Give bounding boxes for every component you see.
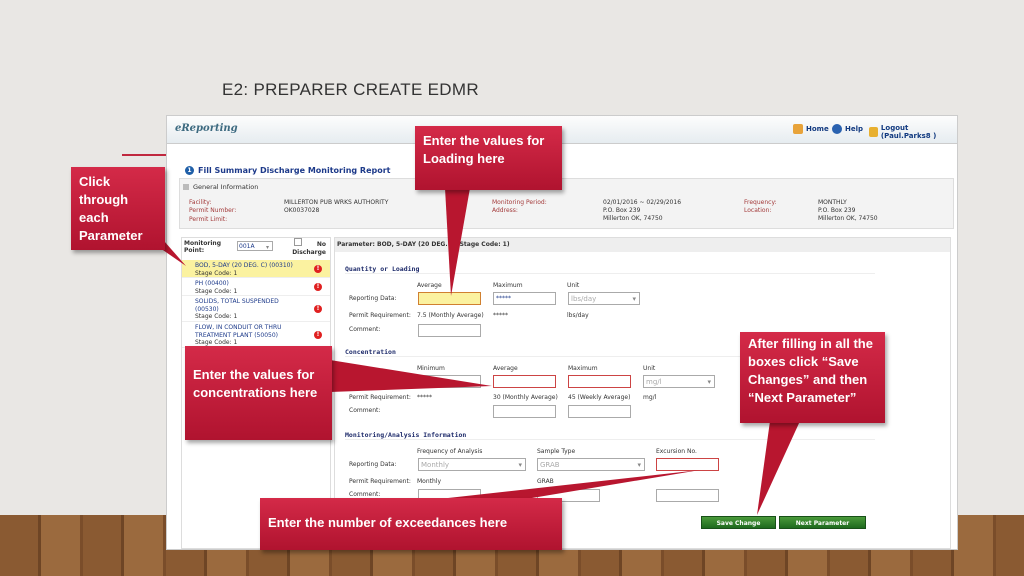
parameter-item[interactable]: PH (00400) Stage Code: 1! (182, 278, 330, 296)
excursion-number-input[interactable] (656, 458, 719, 471)
logout-link[interactable]: Logout (Paul.Parks8 ) (869, 124, 957, 140)
frequency-select[interactable]: Monthly (418, 458, 526, 471)
parameter-header: Parameter: BOD, 5-DAY (20 DEG. C)(Stage … (335, 238, 950, 252)
logout-icon (869, 127, 878, 137)
sample-type-select[interactable]: GRAB (537, 458, 645, 471)
parameter-item[interactable]: BOD, 5-DAY (20 DEG. C) (00310) Stage Code… (182, 260, 330, 278)
section-monitoring: Monitoring/Analysis Information (345, 431, 875, 440)
loading-maximum-input[interactable]: ***** (493, 292, 556, 305)
error-icon: ! (314, 331, 322, 339)
collapse-icon[interactable] (183, 184, 189, 190)
general-information: General Information Facility: Permit Num… (179, 178, 954, 229)
loading-average-input[interactable] (418, 292, 481, 305)
slide-title: E2: PREPARER CREATE EDMR (222, 80, 479, 99)
conc-comment-avg-input[interactable] (493, 405, 556, 418)
conc-maximum-input[interactable] (568, 375, 631, 388)
parameter-item[interactable]: FLOW, IN CONDUIT OR THRU TREATMENT PLANT… (182, 322, 330, 348)
parameter-item[interactable]: SOLIDS, TOTAL SUSPENDED (00530) Stage Cod… (182, 296, 330, 322)
conc-unit-select[interactable]: mg/l (643, 375, 715, 388)
conc-comment-max-input[interactable] (568, 405, 631, 418)
divider (122, 154, 166, 156)
loading-comment-input[interactable] (418, 324, 481, 337)
home-icon (793, 124, 803, 134)
section-quantity: Quantity or Loading (345, 265, 875, 274)
conc-average-input[interactable] (493, 375, 556, 388)
monitoring-point-select[interactable]: 001A (237, 241, 273, 251)
help-icon (832, 124, 842, 134)
logo: eReporting (175, 123, 238, 134)
callout-loading: Enter the values for Loading here (415, 126, 562, 190)
mon-comment-exc-input[interactable] (656, 489, 719, 502)
app-header: eReporting Home Help Logout (Paul.Parks8… (167, 116, 957, 144)
home-link[interactable]: Home (793, 124, 829, 134)
callout-exceedances: Enter the number of exceedances here (260, 498, 562, 550)
error-icon: ! (314, 265, 322, 273)
save-change-button[interactable]: Save Change (701, 516, 776, 529)
page-title: 1 Fill Summary Discharge Monitoring Repor… (185, 166, 391, 175)
help-link[interactable]: Help (832, 124, 863, 134)
error-icon: ! (314, 305, 322, 313)
loading-unit-select[interactable]: lbs/day (568, 292, 640, 305)
info-icon: 1 (185, 166, 194, 175)
next-parameter-button[interactable]: Next Parameter (779, 516, 866, 529)
callout-concentrations: Enter the values for concentrations here (185, 346, 332, 440)
callout-parameters: Click through each Parameter (71, 167, 165, 250)
error-icon: ! (314, 283, 322, 291)
conc-minimum-input[interactable] (418, 375, 481, 388)
callout-save: After filling in all the boxes click “Sa… (740, 332, 885, 423)
